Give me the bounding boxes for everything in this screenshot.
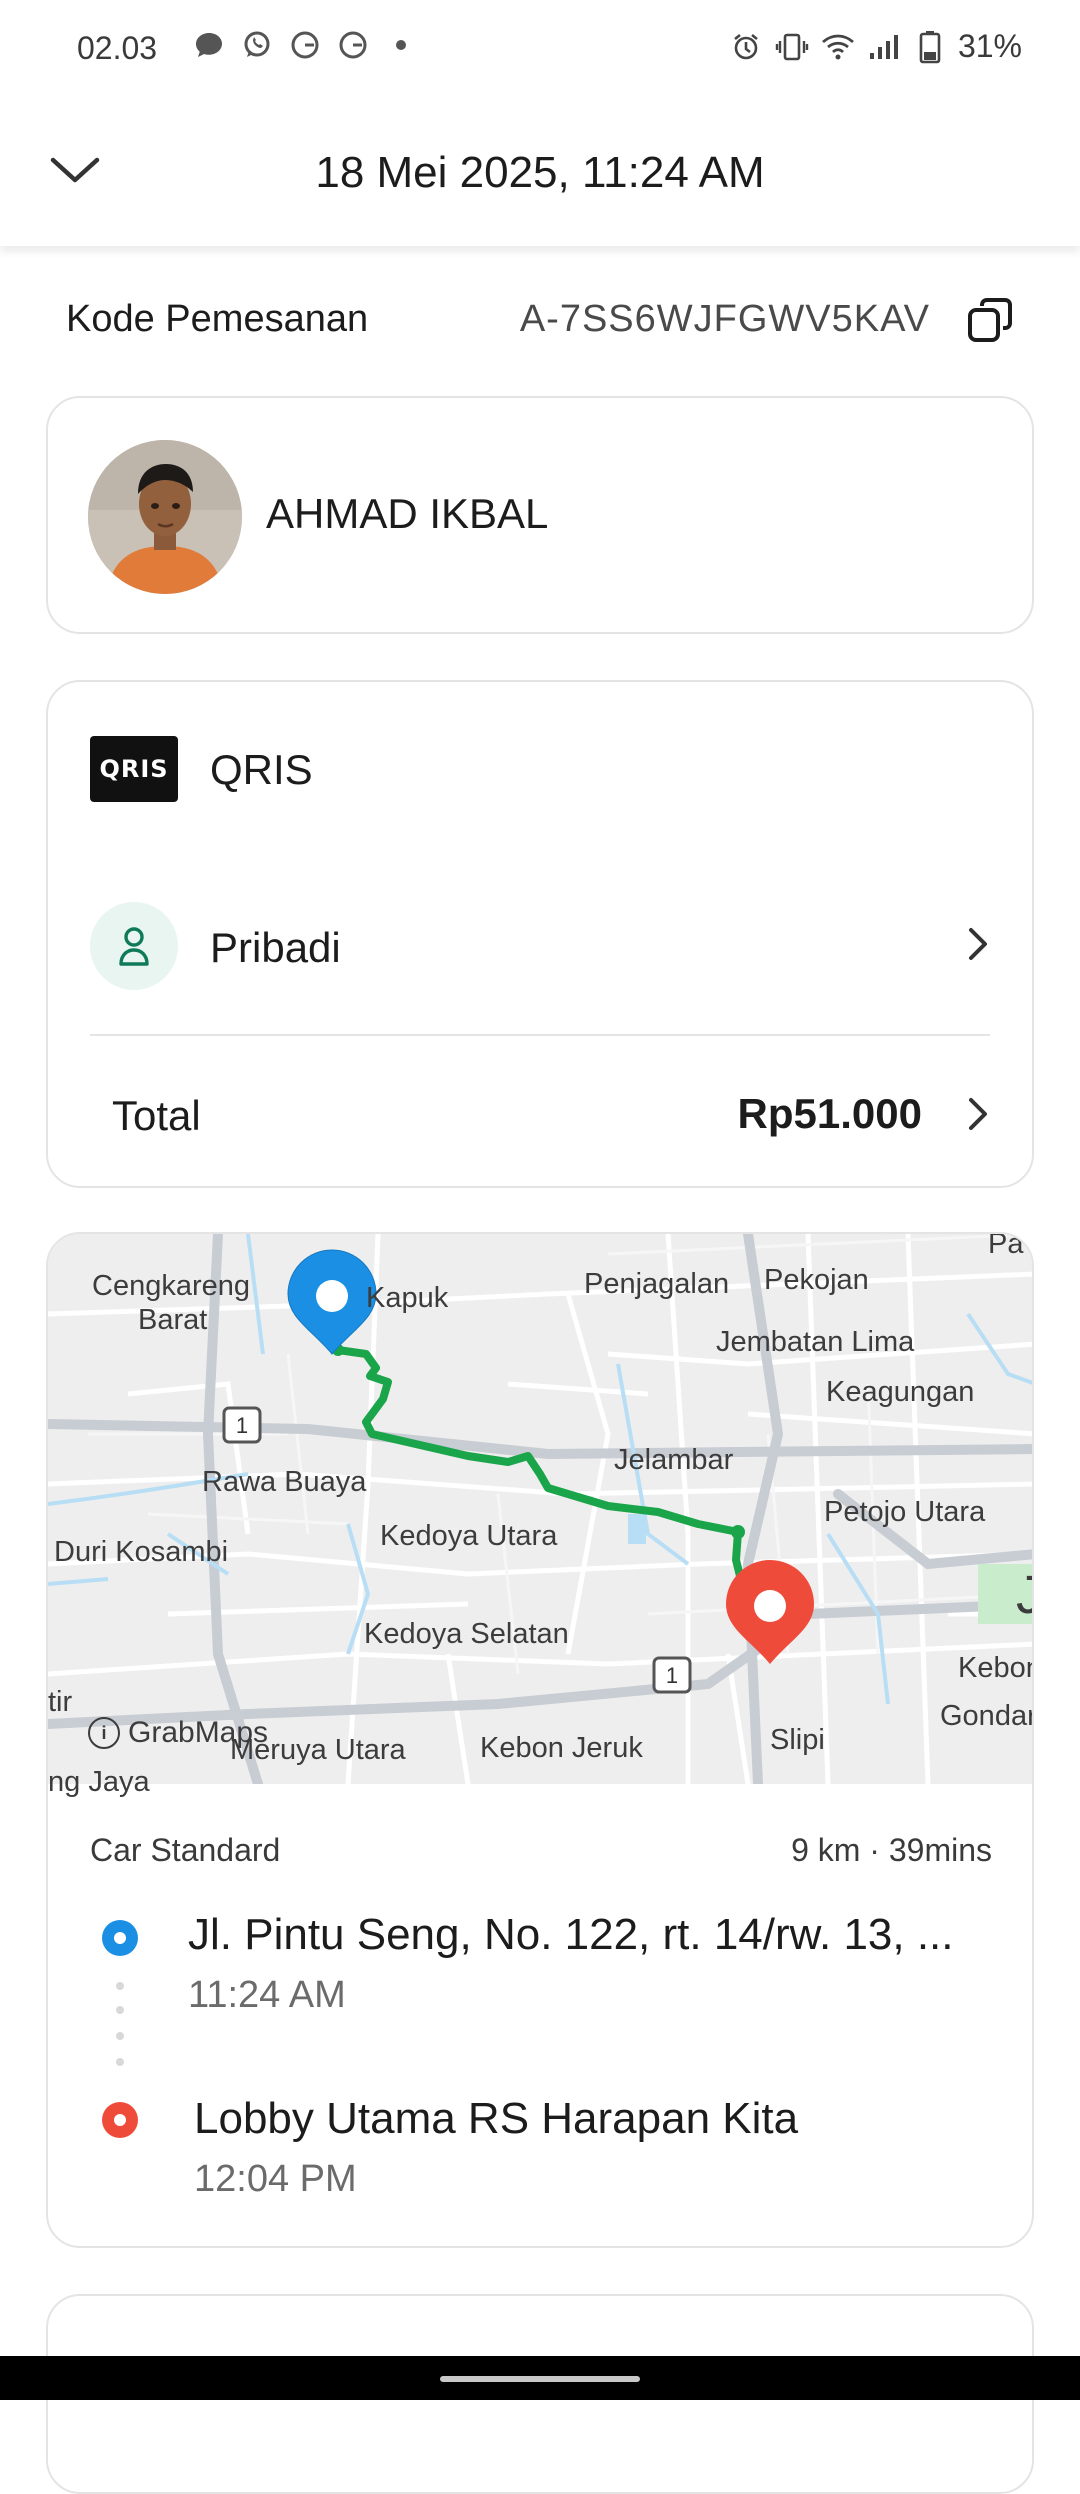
battery-icon [912,29,948,65]
payment-card: QRIS QRIS Pribadi Total Rp51.000 [46,680,1034,1188]
service-type: Car Standard [90,1832,281,1868]
map-label: J [1016,1564,1032,1626]
status-time: 02.03 [77,30,158,66]
road-badge: 1 [652,1656,692,1694]
total-value: Rp51.000 [737,1090,922,1137]
map-label: Duri Kosambi [54,1536,229,1568]
wifi-icon [820,29,856,65]
trip-details: Car Standard 9 km · 39mins Jl. Pintu Sen… [48,1784,1032,2244]
divider [90,1034,990,1036]
dropoff-time: 12:04 PM [194,2158,357,2200]
info-icon[interactable]: i [88,1717,120,1749]
svg-text:1: 1 [236,1413,248,1438]
battery-percent: 31% [957,28,1022,64]
system-icons: 31% [728,28,1022,65]
total-label: Total [112,1092,201,1139]
page-title: 18 Mei 2025, 11:24 AM [315,148,765,197]
qris-logo: QRIS [90,736,178,802]
message-icon [192,28,226,62]
pickup-dot-icon [102,1920,138,1956]
dropoff-address: Lobby Utama RS Harapan Kita [194,2094,799,2143]
map-label: Petojo Utara [824,1496,986,1528]
map-label: Jembatan Lima [716,1326,915,1358]
map-label: Pekojan [764,1264,869,1296]
status-bar: 02.03 31% [0,0,1080,100]
driver-card: AHMAD IKBAL [46,396,1034,634]
google-icon [336,28,370,62]
profile-row[interactable]: Pribadi [48,900,1032,1000]
map-label: Keagungan [826,1376,975,1408]
map-label: Gondar [940,1700,1034,1732]
route-connector [116,2006,124,2014]
svg-text:1: 1 [666,1663,678,1688]
signal-icon [866,29,902,65]
road-badge: 1 [222,1406,262,1444]
pickup-address: Jl. Pintu Seng, No. 122, rt. 14/rw. 13, … [188,1910,954,1959]
google-icon [288,28,322,62]
trip-card: 1 1 Cengkareng Barat Kapuk Penjagalan Pe… [46,1232,1034,2248]
driver-name: AHMAD IKBAL [266,490,549,537]
payment-method: QRIS [210,746,313,793]
home-gesture-handle[interactable] [440,2376,640,2382]
chevron-right-icon [958,924,998,964]
avatar [88,440,242,594]
order-code-row: Kode Pemesanan A-7SS6WJFGWV5KAV [66,290,1026,354]
copy-icon[interactable] [962,292,1018,348]
map-label: Barat [138,1304,208,1336]
map-label: Cengkareng [92,1270,250,1302]
dropoff-dot-icon [102,2102,138,2138]
distance-duration: 9 km · 39mins [791,1832,992,1868]
total-row[interactable]: Total Rp51.000 [48,1062,1032,1162]
top-app-bar: 18 Mei 2025, 11:24 AM [0,100,1080,246]
route-map[interactable]: 1 1 Cengkareng Barat Kapuk Penjagalan Pe… [48,1232,1034,1798]
route-connector [116,2032,124,2040]
map-attribution: i GrabMaps [88,1716,268,1750]
navigation-bar [0,2356,1080,2400]
profile-label: Pribadi [210,924,341,971]
map-label: Slipi [770,1724,825,1756]
map-label: Kapuk [366,1282,449,1314]
map-label: Kebon [958,1652,1034,1684]
map-label: Kedoya Utara [380,1520,558,1552]
map-label: Pa [988,1232,1024,1260]
whatsapp-icon [240,28,274,62]
map-label: Kebon Jeruk [480,1732,643,1764]
map-label: Kedoya Selatan [364,1618,569,1650]
route-connector [116,1982,124,1990]
person-icon [90,902,178,990]
map-label: Jelambar [614,1444,734,1476]
chevron-right-icon [958,1094,998,1134]
order-code-label: Kode Pemesanan [66,298,369,340]
map-label: tir [48,1686,73,1718]
pickup-time: 11:24 AM [188,1974,346,2016]
map-label: Penjagalan [584,1268,730,1300]
notification-icons [192,28,418,62]
map-label: Rawa Buaya [202,1466,367,1498]
vibrate-icon [774,29,810,65]
order-code-value: A-7SS6WJFGWV5KAV [519,298,930,340]
alarm-icon [728,29,764,65]
dot-icon [384,28,418,62]
route-connector [116,2058,124,2066]
